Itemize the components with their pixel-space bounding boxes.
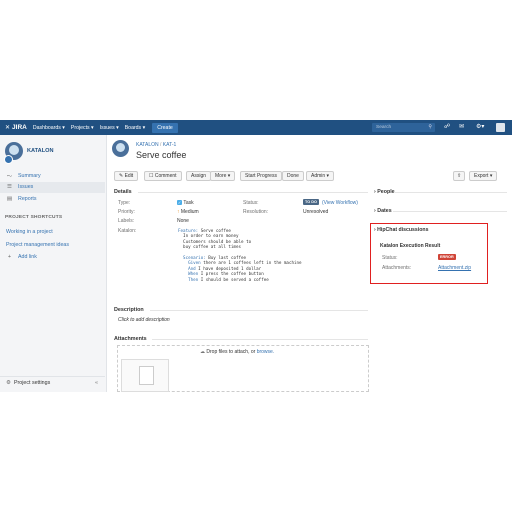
assign-button[interactable]: Assign [186, 171, 212, 181]
execution-result-header: Katalon Execution Result [380, 243, 441, 249]
share-icon[interactable]: ⇪ [453, 171, 466, 181]
nav-boards[interactable]: Boards ▾ [125, 125, 145, 131]
project-name[interactable]: KATALON [27, 148, 54, 154]
status-badge: TO DO [303, 199, 319, 205]
settings-gear-icon[interactable]: ⚙▾ [476, 123, 484, 130]
search-input[interactable]: Search ⚲ [372, 123, 435, 132]
labels-label: Labels: [118, 218, 135, 224]
project-shortcuts-header: PROJECT SHORTCUTS [5, 215, 63, 220]
jira-logo[interactable]: ✕ JIRA [5, 124, 27, 131]
nav-issues[interactable]: Issues ▾ [100, 125, 119, 131]
edit-button[interactable]: ✎ Edit [114, 171, 139, 181]
labels-value[interactable]: None [177, 218, 189, 224]
attachment-zip-link[interactable]: Attachment.zip [438, 265, 471, 271]
notifications-icon[interactable]: ✉ [459, 123, 464, 130]
zip-file-icon [139, 366, 154, 385]
shortcut-project-management-ideas[interactable]: Project management ideas [6, 242, 69, 248]
top-navigation-bar: ✕ JIRA Dashboards ▾ Projects ▾ Issues ▾ … [0, 120, 512, 135]
type-label: Type: [118, 200, 131, 206]
attachments-divider [152, 339, 368, 340]
katalon-feature-text[interactable]: Feature: Serve coffee In order to earn m… [178, 228, 302, 282]
details-header[interactable]: Details [114, 189, 132, 195]
project-sidebar: KATALON 〜 Summary ☰ Issues ▤ Reports PRO… [0, 135, 107, 392]
hipchat-icon[interactable]: ☍ [444, 123, 450, 130]
dates-divider [393, 211, 507, 212]
task-icon: ✓ [177, 200, 182, 205]
priority-value[interactable]: ↑ Medium [177, 209, 199, 215]
nav-dashboards[interactable]: Dashboards ▾ [33, 125, 65, 131]
project-settings-link[interactable]: ⚙ Project settings [5, 380, 50, 386]
search-icon: ⚲ [428, 124, 432, 130]
browse-link[interactable]: browse. [257, 349, 275, 355]
issues-icon: ☰ [7, 184, 12, 190]
priority-medium-icon: ↑ [177, 209, 180, 215]
attachment-thumbnail[interactable] [121, 359, 169, 392]
comment-button[interactable]: ☐ Comment [144, 171, 182, 181]
sidebar-item-reports[interactable]: ▤ Reports [6, 196, 37, 202]
view-workflow-link[interactable]: (View Workflow) [322, 200, 358, 206]
people-divider [395, 192, 507, 193]
create-button[interactable]: Create [152, 122, 178, 133]
description-field[interactable]: Click to add description [118, 317, 170, 323]
shortcut-working-in-project[interactable]: Working in a project [6, 229, 53, 235]
priority-label: Priority: [118, 209, 135, 215]
sidebar-item-issues[interactable]: ☰ Issues [6, 184, 33, 190]
people-section-toggle[interactable]: › People [374, 189, 395, 195]
breadcrumb-issue-key[interactable]: KAT-1 [163, 142, 177, 148]
result-attachments-label: Attachments: [382, 265, 412, 271]
sidebar-footer: ⚙ Project settings « [0, 376, 105, 391]
more-button[interactable]: More ▾ [210, 171, 236, 181]
description-header[interactable]: Description [114, 307, 144, 313]
issue-title[interactable]: Serve coffee [136, 150, 186, 160]
gear-icon: ⚙ [6, 380, 11, 386]
upload-cloud-icon: ☁ [200, 349, 205, 355]
project-badge-icon [4, 155, 13, 164]
resolution-value: Unresolved [303, 209, 329, 215]
add-link-button[interactable]: + Add link [6, 254, 37, 260]
issue-view: KATALON / KAT-1 Serve coffee ✎ Edit ☐ Co… [106, 135, 512, 392]
jira-logo-icon: ✕ [5, 125, 11, 131]
type-value: ✓ Task [177, 200, 194, 206]
status-label: Status: [243, 200, 259, 206]
export-button[interactable]: Export ▾ [469, 171, 498, 181]
description-divider [150, 310, 368, 311]
hipchat-highlight-box: › HipChat discussions Katalon Execution … [370, 223, 488, 284]
breadcrumb: KATALON / KAT-1 [136, 142, 177, 148]
reports-icon: ▤ [6, 196, 13, 202]
breadcrumb-project[interactable]: KATALON [136, 142, 159, 148]
nav-projects[interactable]: Projects ▾ [71, 125, 94, 131]
details-divider [138, 192, 368, 193]
hipchat-section-toggle[interactable]: › HipChat discussions [374, 227, 428, 233]
admin-button[interactable]: Admin ▾ [306, 171, 335, 181]
error-status-badge: ERROR [438, 254, 456, 260]
dates-section-toggle[interactable]: › Dates [374, 208, 392, 214]
attachment-dropzone[interactable]: ☁ Drop files to attach, or browse. [117, 345, 369, 392]
project-avatar-icon[interactable] [4, 142, 23, 164]
plus-icon: + [7, 254, 12, 260]
collapse-sidebar-icon[interactable]: « [95, 380, 98, 386]
user-avatar[interactable] [496, 123, 505, 132]
summary-icon: 〜 [6, 174, 13, 180]
resolution-label: Resolution: [243, 209, 269, 215]
issue-project-avatar-icon [112, 140, 129, 157]
start-progress-button[interactable]: Start Progress [240, 171, 282, 181]
sidebar-item-summary[interactable]: 〜 Summary [6, 172, 41, 180]
katalon-label: Katalon: [118, 228, 137, 234]
done-button[interactable]: Done [282, 171, 304, 181]
jira-window: ✕ JIRA Dashboards ▾ Projects ▾ Issues ▾ … [0, 120, 512, 392]
attachments-header[interactable]: Attachments [114, 336, 147, 342]
result-status-label: Status: [382, 255, 398, 261]
